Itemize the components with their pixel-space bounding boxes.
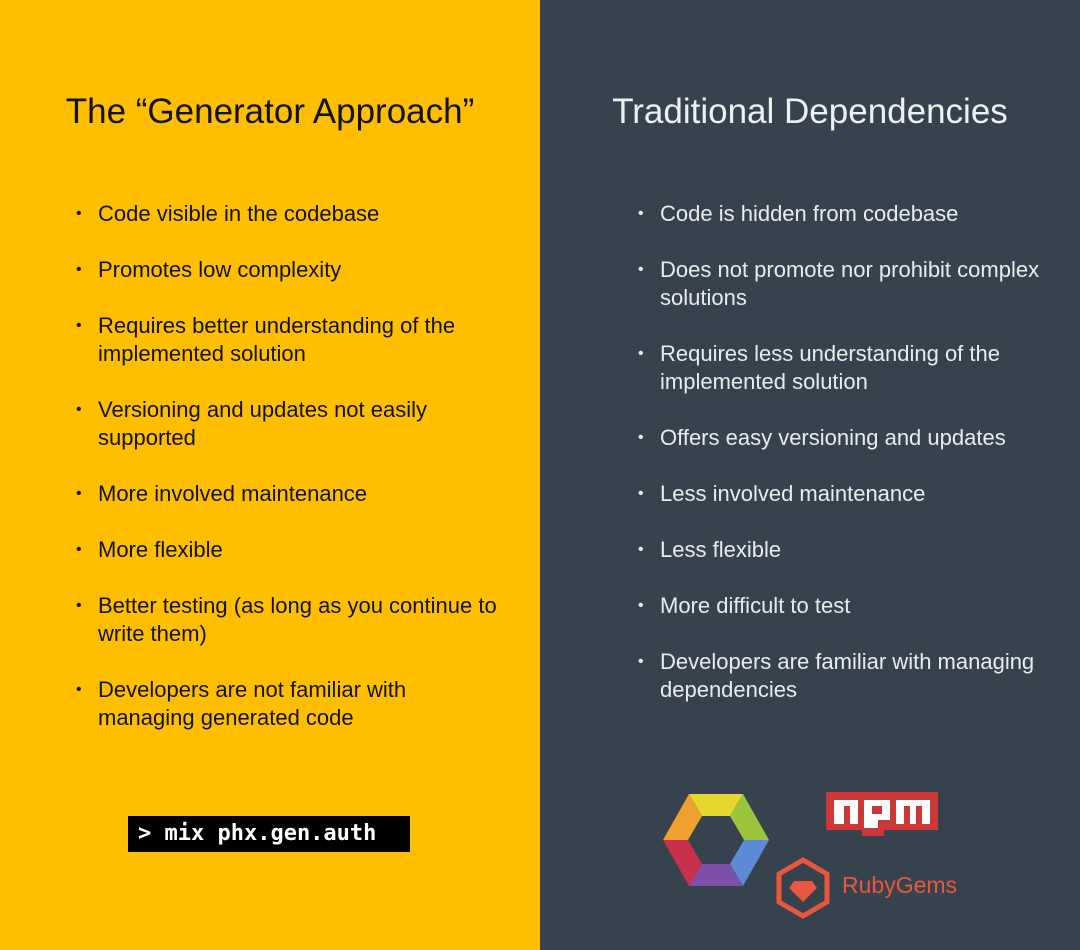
generator-approach-list: Code visible in the codebase Promotes lo… — [76, 200, 498, 760]
list-item: Promotes low complexity — [76, 256, 498, 284]
list-item: Developers are familiar with managing de… — [638, 648, 1040, 704]
traditional-dependencies-title: Traditional Dependencies — [612, 92, 1008, 131]
npm-logo-icon — [826, 792, 938, 836]
list-item: More difficult to test — [638, 592, 1040, 620]
list-item: Requires better understanding of the imp… — [76, 312, 498, 368]
list-item: More flexible — [76, 536, 498, 564]
list-item: Does not promote nor prohibit complex so… — [638, 256, 1040, 312]
list-item: Code is hidden from codebase — [638, 200, 1040, 228]
list-item: More involved maintenance — [76, 480, 498, 508]
list-item: Offers easy versioning and updates — [638, 424, 1040, 452]
list-item: Code visible in the codebase — [76, 200, 498, 228]
traditional-dependencies-list: Code is hidden from codebase Does not pr… — [638, 200, 1040, 732]
comparison-slide: The “Generator Approach” Code visible in… — [0, 0, 1080, 950]
hexagon-package-icon — [663, 794, 769, 886]
command-snippet: > mix phx.gen.auth — [128, 816, 410, 852]
generator-approach-panel: The “Generator Approach” Code visible in… — [0, 0, 540, 950]
rubygems-wordmark: RubyGems — [842, 872, 958, 898]
generator-approach-title: The “Generator Approach” — [65, 92, 475, 131]
list-item: Requires less understanding of the imple… — [638, 340, 1040, 396]
list-item: Less flexible — [638, 536, 1040, 564]
list-item: Less involved maintenance — [638, 480, 1040, 508]
list-item: Better testing (as long as you continue … — [76, 592, 498, 648]
list-item: Developers are not familiar with managin… — [76, 676, 498, 732]
traditional-dependencies-panel: Traditional Dependencies Code is hidden … — [540, 0, 1080, 950]
rubygems-logo-icon — [776, 857, 830, 919]
list-item: Versioning and updates not easily suppor… — [76, 396, 498, 452]
